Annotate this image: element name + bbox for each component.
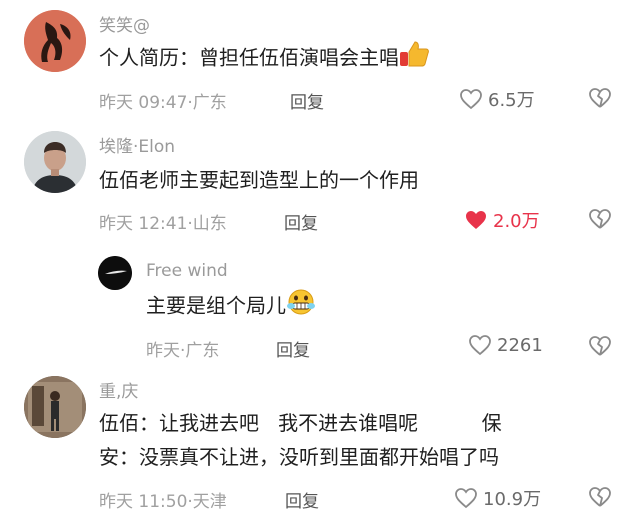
like-count: 2.0万 [493, 211, 540, 232]
comment-author[interactable]: Free wind [146, 261, 228, 281]
dark-comet-avatar-icon [98, 256, 132, 290]
comment-1: 笑笑@ 个人简历：曾担任伍佰演唱会主唱 昨天 09:47·广东 回复 6.5万 [0, 0, 640, 125]
comment-author[interactable]: 埃隆·Elon [99, 132, 175, 157]
avatar[interactable] [24, 131, 86, 193]
comment-text: 个人简历：曾担任伍佰演唱会主唱 [99, 40, 429, 78]
comment-3-reply: Free wind 主要是组个局儿 昨天·广东 回复 2261 [0, 250, 640, 370]
like-button[interactable]: 6.5万 [459, 86, 535, 112]
dislike-button[interactable] [588, 486, 612, 512]
like-count: 2261 [497, 334, 543, 356]
dislike-button[interactable] [588, 87, 612, 113]
comment-text-content: 个人简历：曾担任伍佰演唱会主唱 [99, 45, 399, 70]
avatar[interactable] [24, 376, 86, 438]
standing-person-avatar-icon [24, 376, 86, 438]
heart-outline-icon [460, 89, 482, 110]
comment-4: 重,庆 伍佰：让我进去吧 我不进去谁唱呢 保 安：没票真不让进，没听到里面都开始… [0, 370, 640, 517]
thumbs-up-icon [399, 40, 429, 78]
dislike-button[interactable] [588, 335, 612, 361]
broken-heart-icon [589, 336, 611, 356]
heart-outline-icon [469, 335, 491, 356]
avatar[interactable] [98, 256, 132, 290]
broken-heart-icon [589, 487, 611, 507]
comment-time-location: 昨天 11:50·天津 [99, 492, 227, 512]
reply-button[interactable]: 回复 [290, 88, 324, 113]
like-count: 6.5万 [488, 90, 535, 111]
silhouette-avatar-icon [24, 10, 86, 72]
like-button[interactable]: 10.9万 [454, 485, 541, 511]
comment-time-location: 昨天 09:47·广东 [99, 93, 227, 113]
comment-text-line-2: 安：没票真不让进，没听到里面都开始唱了吗 [99, 445, 499, 469]
avatar[interactable] [24, 10, 86, 72]
comment-text-line-1: 伍佰：让我进去吧 我不进去谁唱呢 保 [99, 411, 502, 435]
heart-outline-icon [455, 488, 477, 509]
comment-text: 伍佰老师主要起到造型上的一个作用 [99, 168, 419, 192]
comment-time-location: 昨天 12:41·山东 [99, 214, 227, 234]
comment-author[interactable]: 笑笑@ [99, 11, 150, 36]
comment-text-content: 主要是组个局儿 [146, 293, 286, 318]
reply-button[interactable]: 回复 [284, 209, 318, 234]
comment-author[interactable]: 重,庆 [99, 377, 138, 402]
comment-text: 主要是组个局儿 [146, 288, 316, 326]
reply-button[interactable]: 回复 [285, 487, 319, 512]
dislike-button[interactable] [588, 208, 612, 234]
like-button[interactable]: 2261 [468, 334, 543, 356]
like-button[interactable]: 2.0万 [464, 207, 540, 233]
grimacing-face-icon [286, 288, 316, 326]
reply-button[interactable]: 回复 [276, 336, 310, 361]
broken-heart-icon [589, 209, 611, 229]
man-portrait-avatar-icon [24, 131, 86, 193]
heart-filled-icon [466, 211, 486, 229]
comment-time-location: 昨天·广东 [146, 341, 220, 361]
comment-2: 埃隆·Elon 伍佰老师主要起到造型上的一个作用 昨天 12:41·山东 回复 … [0, 125, 640, 250]
broken-heart-icon [589, 88, 611, 108]
like-count: 10.9万 [483, 489, 542, 510]
